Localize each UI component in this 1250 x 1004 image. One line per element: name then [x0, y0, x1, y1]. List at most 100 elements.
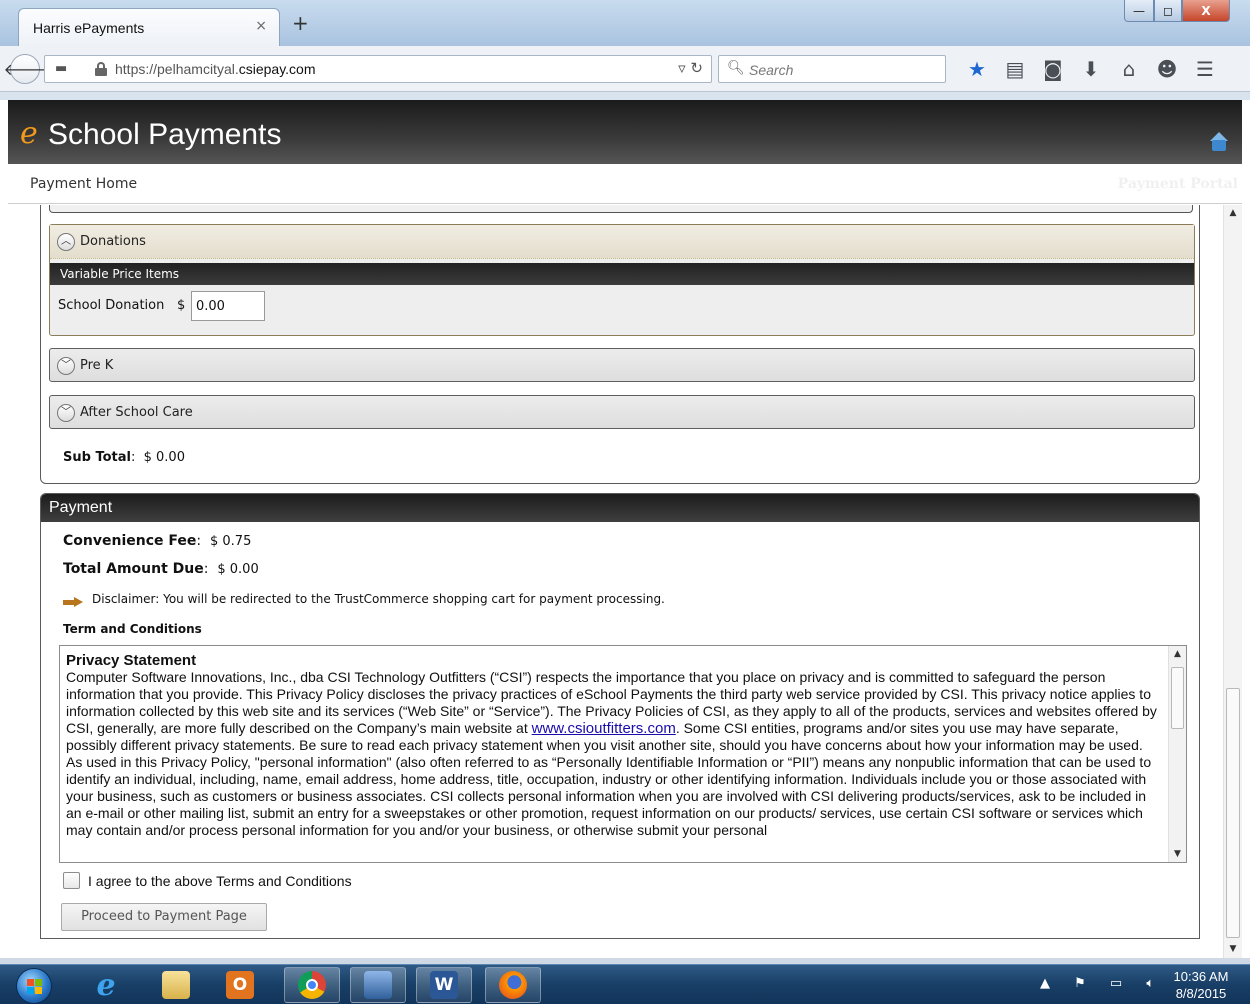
taskbar-firefox[interactable]	[485, 967, 541, 1003]
taskbar: e O W ▲ ⚑ ▭ 🔈︎ 10:36 AM 8/8/2015	[0, 964, 1250, 1004]
convenience-fee-value: $ 0.75	[210, 534, 252, 549]
tray-icons[interactable]: ▲ ⚑ ▭ 🔈︎	[1040, 976, 1164, 991]
chevron-up-icon[interactable]: ︿	[57, 233, 75, 251]
subtotal-value: $ 0.00	[143, 450, 185, 465]
folder-icon	[162, 971, 190, 999]
donation-row: School Donation $	[50, 285, 1194, 329]
tab-title: Harris ePayments	[33, 20, 145, 36]
url-domain: csiepay.com	[238, 61, 316, 77]
scroll-down-icon[interactable]: ▼	[1224, 941, 1242, 958]
sub-navigation: Payment Home Payment Portal	[8, 164, 1242, 204]
taskbar-internet-explorer[interactable]: e	[78, 967, 134, 1003]
chevron-down-icon[interactable]: ﹀	[57, 357, 75, 375]
privacy-paragraph-1: Computer Software Innovations, Inc., dba…	[66, 669, 1157, 753]
accordion-header-donations[interactable]: ︿ Donations	[50, 225, 1194, 259]
arrow-right-icon	[63, 597, 83, 607]
pocket-icon[interactable]: ◙	[1034, 57, 1072, 81]
convenience-fee-label: Convenience Fee	[63, 533, 197, 549]
back-button[interactable]: 🡐	[4, 54, 46, 84]
chevron-down-icon[interactable]: ﹀	[57, 404, 75, 422]
back-arrow-icon: 🡐	[3, 60, 47, 79]
agree-checkbox[interactable]	[63, 872, 80, 889]
word-icon: W	[430, 971, 458, 999]
scroll-up-icon[interactable]: ▲	[1169, 646, 1186, 662]
star-icon[interactable]: ★	[958, 57, 996, 81]
reading-list-icon[interactable]: ▤	[996, 57, 1034, 81]
donation-amount-input[interactable]	[191, 291, 265, 321]
taskbar-chrome[interactable]	[284, 967, 340, 1003]
search-bar[interactable]: 🔍︎ Search	[718, 55, 946, 83]
subtotal-label: Sub Total	[63, 450, 131, 465]
page-scroll-thumb[interactable]	[1226, 688, 1240, 938]
remote-desktop-icon	[364, 971, 392, 999]
clock[interactable]: 10:36 AM 8/8/2015	[1162, 968, 1240, 1002]
accordion-header-pre-k[interactable]: ﹀ Pre K	[50, 349, 1194, 383]
payment-header: Payment	[41, 494, 1199, 522]
outlook-icon: O	[226, 971, 254, 999]
site-identity-icon[interactable]: ▬	[55, 61, 67, 76]
accordion-title: After School Care	[80, 405, 193, 420]
total-amount-due: Total Amount Due: $ 0.00	[63, 561, 259, 577]
privacy-scrollbar[interactable]: ▲ ▼	[1168, 646, 1186, 862]
variable-price-header: Variable Price Items	[50, 263, 1194, 285]
clock-date: 8/8/2015	[1175, 986, 1227, 1001]
home-icon[interactable]: ⌂	[1110, 57, 1148, 81]
tab-close-icon[interactable]: ×	[255, 18, 267, 34]
system-tray: ▲ ⚑ ▭ 🔈︎ 10:36 AM 8/8/2015	[1020, 965, 1240, 1004]
close-window-button[interactable]: X	[1182, 0, 1230, 22]
maximize-button[interactable]: ◻	[1154, 0, 1182, 22]
accordion-header-after-school-care[interactable]: ﹀ After School Care	[50, 396, 1194, 430]
terms-title: Term and Conditions	[63, 622, 202, 636]
disclaimer-text: Disclaimer: You will be redirected to th…	[92, 592, 665, 606]
chrome-icon	[298, 971, 326, 999]
taskbar-remote-desktop[interactable]	[350, 967, 406, 1003]
subtotal: Sub Total: $ 0.00	[63, 450, 185, 465]
taskbar-word[interactable]: W	[416, 967, 472, 1003]
payment-panel: Payment Convenience Fee: $ 0.75 Total Am…	[40, 493, 1200, 939]
total-label: Total Amount Due	[63, 561, 204, 577]
scroll-thumb[interactable]	[1171, 667, 1184, 729]
scroll-up-icon[interactable]: ▲	[1224, 205, 1242, 222]
url-text: https://pelhamcityal.csiepay.com	[115, 61, 316, 77]
donation-label: School Donation	[58, 298, 165, 313]
logo-e: e	[20, 116, 38, 151]
site-home-icon[interactable]	[1208, 132, 1230, 154]
reload-icon[interactable]: ▿ ↻	[678, 59, 703, 77]
content-area: ︿ Donations Variable Price Items School …	[8, 205, 1242, 958]
payment-home-link[interactable]: Payment Home	[30, 176, 137, 192]
window-controls: — ◻ X	[1124, 0, 1244, 22]
taskbar-outlook[interactable]: O	[212, 967, 268, 1003]
privacy-statement-box[interactable]: Privacy Statement Computer Software Inno…	[59, 645, 1187, 863]
page-scrollbar[interactable]: ▲ ▼	[1223, 205, 1242, 958]
search-icon: 🔍︎	[727, 60, 745, 76]
browser-navbar: 🡐 ▬ https://pelhamcityal.csiepay.com ▿ ↻…	[0, 46, 1250, 92]
accordion-title: Donations	[80, 234, 146, 249]
agree-label[interactable]: I agree to the above Terms and Condition…	[88, 873, 352, 889]
firefox-icon	[499, 971, 527, 999]
taskbar-file-explorer[interactable]	[148, 967, 204, 1003]
url-prefix: https://pelhamcityal.	[115, 61, 239, 77]
accordion-title: Pre K	[80, 358, 114, 373]
browser-tab[interactable]: Harris ePayments ×	[18, 8, 280, 46]
site-header: e School Payments	[8, 100, 1242, 164]
convenience-fee: Convenience Fee: $ 0.75	[63, 533, 252, 549]
csi-website-link[interactable]: www.csioutfitters.com	[532, 720, 676, 737]
clock-time: 10:36 AM	[1173, 969, 1229, 984]
scroll-down-icon[interactable]: ▼	[1169, 846, 1186, 862]
download-icon[interactable]: ⬇	[1072, 57, 1110, 81]
chat-icon[interactable]: ☻	[1148, 57, 1186, 81]
accordion-pre-k[interactable]: ﹀ Pre K	[49, 348, 1195, 382]
browser-gap	[0, 92, 1250, 100]
proceed-to-payment-button[interactable]: Proceed to Payment Page	[61, 903, 267, 931]
url-bar[interactable]: ▬ https://pelhamcityal.csiepay.com ▿ ↻	[44, 55, 712, 83]
privacy-title: Privacy Statement	[66, 652, 197, 669]
cart-panel: ︿ Donations Variable Price Items School …	[40, 205, 1200, 484]
menu-icon[interactable]: ☰	[1186, 57, 1224, 81]
minimize-button[interactable]: —	[1124, 0, 1154, 22]
payment-portal-watermark: Payment Portal	[1117, 176, 1238, 192]
start-button[interactable]	[16, 968, 52, 1004]
accordion-after-school-care[interactable]: ﹀ After School Care	[49, 395, 1195, 429]
lock-icon	[95, 62, 107, 76]
previous-section-bottom	[49, 205, 1193, 213]
new-tab-icon[interactable]: +	[292, 13, 309, 33]
